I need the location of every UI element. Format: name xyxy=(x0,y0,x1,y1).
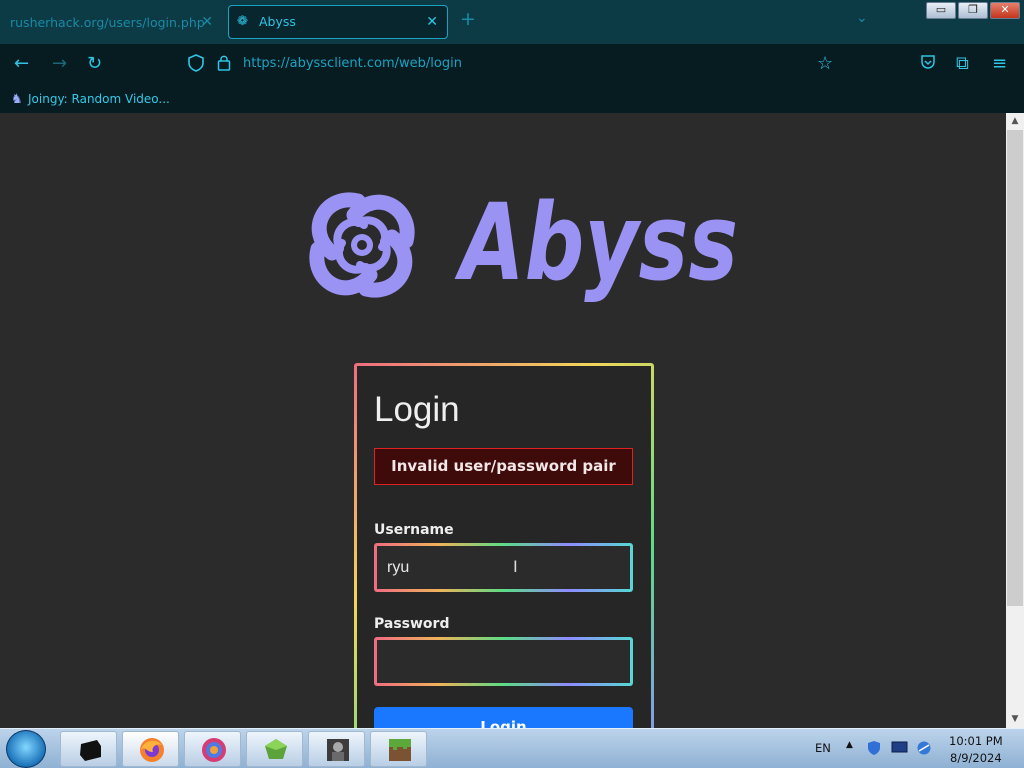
close-tab-icon[interactable]: ✕ xyxy=(426,6,438,38)
error-alert: Invalid user/password pair xyxy=(374,448,633,485)
login-button[interactable]: Login xyxy=(374,707,633,728)
back-icon[interactable]: ← xyxy=(14,54,29,74)
abyss-logo: Abyss xyxy=(309,181,738,304)
close-tab-icon[interactable]: ✕ xyxy=(201,6,213,39)
bookmark-star-icon[interactable]: ☆ xyxy=(817,54,833,74)
minecraft-icon xyxy=(389,739,411,761)
language-indicator[interactable]: EN xyxy=(815,741,831,755)
username-label: Username xyxy=(374,522,454,538)
restore-button[interactable]: ❐ xyxy=(958,2,988,19)
bookmark-joingy[interactable]: ♞ Joingy: Random Video... xyxy=(11,89,170,110)
menu-icon[interactable]: ≡ xyxy=(992,54,1007,74)
abyss-favicon-icon: ❁ xyxy=(237,14,248,29)
show-hidden-icons-icon[interactable]: ▲ xyxy=(846,740,853,750)
taskbar-app-game[interactable] xyxy=(308,731,365,767)
shield-icon[interactable] xyxy=(188,54,204,77)
taskbar-app-firefox[interactable] xyxy=(122,731,179,767)
password-label: Password xyxy=(374,616,450,632)
bookmarks-toolbar: ♞ Joingy: Random Video... xyxy=(0,86,1024,113)
scroll-down-icon[interactable]: ▼ xyxy=(1006,711,1024,728)
terminal-app-icon xyxy=(80,740,101,761)
taskbar: EN ▲ 10:01 PM 8/9/2024 xyxy=(0,728,1024,768)
swirl-browser-icon xyxy=(202,738,226,762)
address-bar[interactable]: https://abyssclient.com/web/login xyxy=(243,56,462,71)
green-cube-icon xyxy=(265,739,287,759)
tab-strip: rusherhack.org/users/login.php ✕ ❁ Abyss… xyxy=(0,0,1024,44)
page-title: Login xyxy=(374,390,460,429)
login-card: Login Invalid user/password pair Usernam… xyxy=(354,363,654,728)
bookmark-label: Joingy: Random Video... xyxy=(28,92,170,106)
tab-rusherhack[interactable]: rusherhack.org/users/login.php ✕ xyxy=(0,6,225,39)
clock-time[interactable]: 10:01 PM xyxy=(949,734,1003,748)
extensions-icon[interactable]: ⧉ xyxy=(956,54,969,74)
taskbar-app-minecraft[interactable] xyxy=(370,731,427,767)
password-field-frame xyxy=(374,637,633,686)
close-window-button[interactable]: ✕ xyxy=(990,2,1020,19)
navigation-bar: ← → ↻ ☆ ⧉ ≡ xyxy=(0,44,1024,86)
reload-icon[interactable]: ↻ xyxy=(87,54,102,74)
password-input[interactable] xyxy=(377,640,630,683)
tab-abyss[interactable]: ❁ Abyss ✕ xyxy=(228,5,448,39)
text-cursor-icon: Ι xyxy=(513,557,518,576)
pocket-icon[interactable] xyxy=(920,54,936,75)
tray-shield-icon[interactable] xyxy=(866,740,882,756)
display-icon[interactable] xyxy=(891,741,908,755)
username-field-frame xyxy=(374,543,633,592)
scroll-up-icon[interactable]: ▲ xyxy=(1006,113,1024,130)
username-input[interactable] xyxy=(377,546,630,589)
start-button[interactable] xyxy=(6,730,46,768)
logo-wordmark: Abyss xyxy=(454,181,738,304)
chevron-down-icon[interactable]: ⌄ xyxy=(856,10,868,26)
page-viewport: Abyss Login Invalid user/password pair U… xyxy=(0,113,1006,728)
forward-icon[interactable]: → xyxy=(52,54,67,74)
taskbar-app-browser[interactable] xyxy=(184,731,241,767)
firefox-icon xyxy=(140,738,164,762)
new-tab-button[interactable]: + xyxy=(460,8,476,30)
tab-label: rusherhack.org/users/login.php xyxy=(10,15,205,30)
scroll-thumb[interactable] xyxy=(1007,130,1023,606)
minimize-button[interactable]: ▭ xyxy=(926,2,956,19)
network-icon[interactable] xyxy=(916,740,932,756)
taskbar-app-terminal[interactable] xyxy=(60,731,117,767)
tab-label: Abyss xyxy=(259,14,296,29)
joingy-icon: ♞ xyxy=(11,92,23,107)
game-app-icon xyxy=(327,739,349,761)
abyss-swirl-icon xyxy=(309,192,415,298)
clock-date[interactable]: 8/9/2024 xyxy=(950,751,1002,765)
lock-icon[interactable] xyxy=(217,54,231,76)
taskbar-app-cube[interactable] xyxy=(246,731,303,767)
